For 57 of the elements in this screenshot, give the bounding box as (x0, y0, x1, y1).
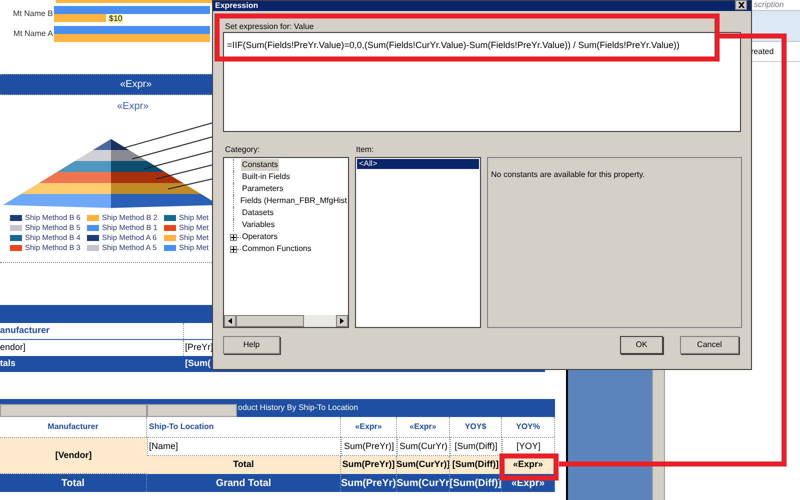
table-cell-text: tals (0, 357, 17, 370)
help-button[interactable]: Help (223, 336, 280, 354)
leader-line (144, 150, 212, 170)
table-cell: [Vendor] (0, 437, 147, 474)
column-header: YOY$ (450, 417, 502, 437)
column-header: reated (751, 46, 774, 58)
table-cell: Sum(CurYr (397, 474, 450, 492)
tree-item[interactable]: Parameters (241, 183, 284, 195)
tree-item[interactable]: Built-in Fields (241, 171, 292, 183)
tree-item[interactable]: Fields (Herman_FBR_MfgHist (239, 195, 348, 207)
table-title: oduct History By Ship-To Location (237, 402, 358, 414)
leader-line (168, 178, 212, 190)
table-cell: [Sum(Diff)] (450, 474, 502, 492)
field-label: Category: (225, 144, 261, 156)
table-cell: [Name] (147, 437, 341, 456)
field-label: Set expression for: Value (225, 22, 314, 32)
expression-field[interactable]: =IIF(Sum(Fields!PreYr.Value)=0,0,(Sum(Fields!CurYr.Value)-Sum(Fields!PreYr.Value)) / Sum(Fields!PreYr.Value)) (223, 32, 741, 132)
right-arrow-icon (340, 318, 344, 324)
table-cell: Grand Total (147, 474, 341, 492)
column-handle[interactable] (147, 404, 237, 417)
tree-item[interactable]: Common Functions (241, 243, 312, 255)
scrollbar[interactable] (224, 315, 348, 327)
tree-item[interactable]: Datasets (241, 207, 275, 219)
table-cell: [YOY] (502, 437, 555, 456)
axis-label: Mt Name B (12, 8, 54, 20)
table-header: anufacturer (0, 323, 184, 339)
chart-title: «Expr» (117, 100, 149, 114)
window-title: Expression (215, 1, 258, 11)
left-arrow-icon (228, 318, 232, 324)
column-header: YOY% (502, 417, 555, 437)
scroll-thumb[interactable] (236, 315, 304, 327)
highlight-box (500, 454, 558, 480)
plus-icon (231, 246, 236, 252)
column-header: «Expr» (341, 417, 397, 437)
ok-button[interactable]: OK (620, 336, 663, 354)
close-button[interactable] (735, 0, 747, 10)
plus-icon (231, 234, 236, 240)
list-item[interactable]: <All> (357, 159, 479, 169)
cancel-button[interactable]: Cancel (680, 336, 739, 354)
tree-item[interactable]: Operators (241, 231, 279, 243)
scroll-right-button[interactable] (336, 315, 348, 327)
scroll-left-button[interactable] (224, 315, 236, 327)
description-text: No constants are available for this property. (491, 170, 645, 179)
column-header: «Expr» (397, 417, 450, 437)
axis-label: Mt Name A (12, 28, 54, 40)
field-label: Item: (356, 144, 374, 156)
table-cell: Sum(PreYr) (341, 474, 397, 492)
tree-item[interactable]: Constants (241, 159, 280, 171)
close-icon (738, 2, 744, 8)
leader-line (156, 164, 212, 180)
table-cell: Total (0, 474, 147, 492)
expand-button[interactable] (230, 246, 237, 252)
tree-item[interactable]: Variables (241, 219, 276, 231)
expand-button[interactable] (230, 234, 237, 240)
table-cell-text: [Sum( (184, 357, 210, 370)
column-handle[interactable] (0, 404, 147, 417)
column-header: scription (754, 0, 784, 11)
